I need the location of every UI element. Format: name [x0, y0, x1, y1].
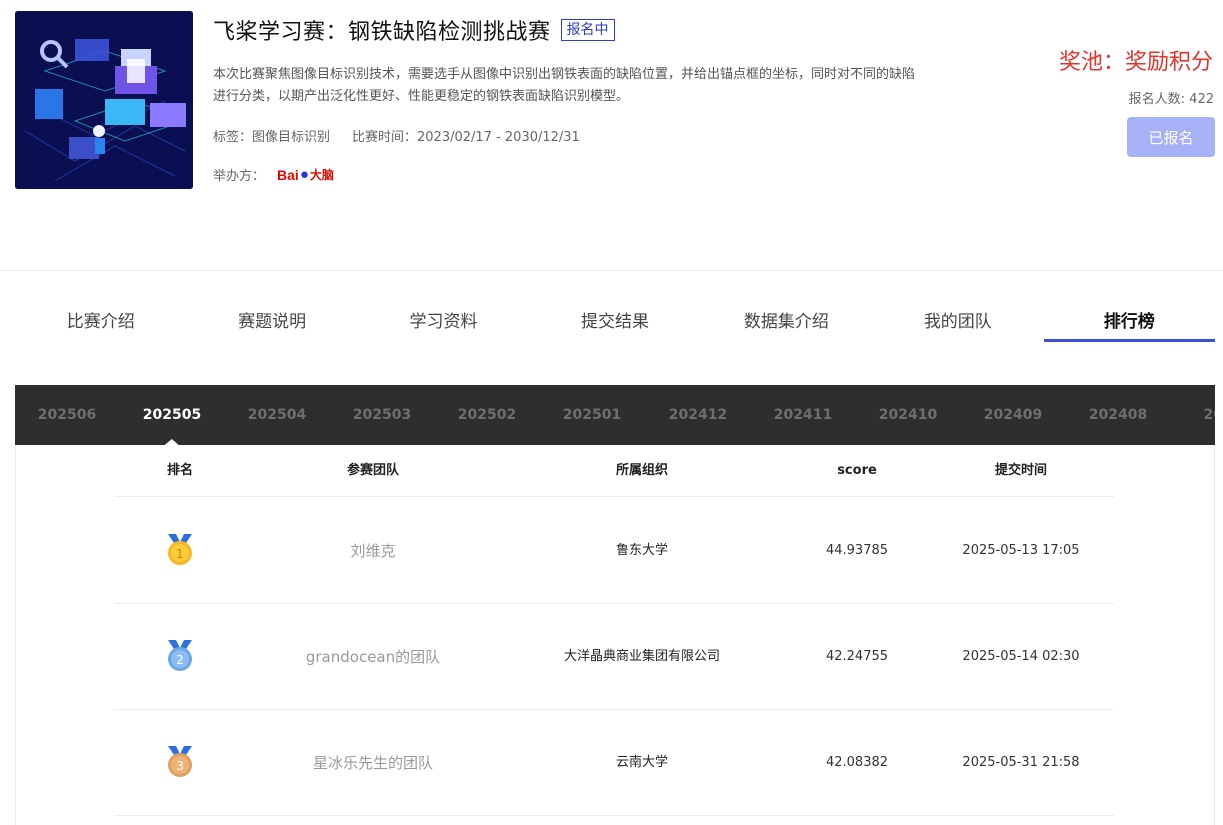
tab-my-team[interactable]: 我的团队 — [872, 300, 1043, 342]
logo-text-bai: Bai — [277, 166, 299, 183]
tab-materials[interactable]: 学习资料 — [358, 300, 529, 342]
month-tab[interactable]: 202506 — [38, 385, 96, 445]
organization: 云南大学 — [615, 755, 669, 770]
team-name[interactable]: grandocean的团队 — [306, 604, 440, 710]
logo-text-dn: 大脑 — [309, 168, 334, 182]
col-rank: 排名 — [166, 463, 194, 478]
month-tab[interactable]: 202504 — [248, 385, 306, 445]
signup-count: 报名人数: 422 — [1128, 92, 1214, 107]
team-name[interactable]: 刘维克 — [350, 498, 395, 604]
competition-thumbnail — [15, 11, 193, 189]
score: 44.93785 — [825, 543, 889, 558]
month-tab[interactable]: 202411 — [774, 385, 832, 445]
month-tab[interactable]: 202501 — [563, 385, 621, 445]
svg-text:1: 1 — [176, 547, 184, 561]
month-tab[interactable]: 202502 — [458, 385, 516, 445]
organizer-label: 举办方： — [213, 169, 266, 184]
score: 42.08382 — [825, 755, 889, 770]
competition-title: 飞桨学习赛：钢铁缺陷检测挑战赛 — [213, 20, 551, 45]
svg-text:2: 2 — [176, 653, 184, 667]
competition-tabs: 比赛介绍 赛题说明 学习资料 提交结果 数据集介绍 我的团队 排行榜 — [15, 300, 1216, 342]
organization: 鲁东大学 — [615, 543, 669, 558]
month-tab[interactable]: 202409 — [984, 385, 1042, 445]
team-name[interactable]: 星冰乐先生的团队 — [313, 710, 433, 816]
tab-dataset[interactable]: 数据集介绍 — [701, 300, 872, 342]
tab-leaderboard[interactable]: 排行榜 — [1043, 300, 1216, 342]
svg-text:3: 3 — [176, 759, 184, 773]
month-selector: 202506 202505 202504 202503 202502 20250… — [15, 385, 1215, 445]
baidu-brain-logo: Bai ● 大脑 — [277, 166, 334, 183]
tab-submit[interactable]: 提交结果 — [529, 300, 700, 342]
header-divider — [0, 270, 1223, 271]
submit-time: 2025-05-14 02:30 — [962, 649, 1080, 664]
prize-pool: 奖池：奖励积分 — [1058, 50, 1213, 75]
month-tab[interactable]: 202503 — [353, 385, 411, 445]
tab-intro[interactable]: 比赛介绍 — [15, 300, 186, 342]
month-tab[interactable]: 202412 — [669, 385, 727, 445]
table-row: 2 grandocean的团队 大洋晶典商业集团有限公司 42.24755 20… — [114, 604, 1114, 710]
score: 42.24755 — [825, 649, 889, 664]
col-team: 参赛团队 — [346, 463, 400, 478]
table-row: 1 刘维克 鲁东大学 44.93785 2025-05-13 17:05 — [114, 498, 1114, 604]
month-tab[interactable]: 202408 — [1089, 385, 1147, 445]
organization: 大洋晶典商业集团有限公司 — [563, 649, 721, 664]
month-tab[interactable]: 202410 — [879, 385, 937, 445]
time-label: 比赛时间：2023/02/17 - 2030/12/31 — [352, 130, 580, 145]
submit-time: 2025-05-13 17:05 — [962, 543, 1080, 558]
month-tab-active[interactable]: 202505 — [143, 385, 201, 445]
signed-up-button[interactable]: 已报名 — [1127, 117, 1215, 157]
gold-medal-icon: 1 — [168, 534, 192, 565]
competition-description: 本次比赛聚焦图像目标识别技术，需要选手从图像中识别出钢铁表面的缺陷位置，并给出锚… — [213, 67, 916, 104]
paw-icon: ● — [299, 166, 309, 183]
silver-medal-icon: 2 — [168, 640, 192, 671]
status-badge: 报名中 — [560, 19, 615, 41]
col-time: 提交时间 — [994, 463, 1048, 478]
month-tab[interactable]: 2024 — [1204, 385, 1215, 445]
submit-time: 2025-05-31 21:58 — [962, 755, 1080, 770]
col-score: score — [837, 463, 877, 478]
table-header: 排名 参赛团队 所属组织 score 提交时间 — [114, 445, 1114, 497]
col-org: 所属组织 — [615, 463, 669, 478]
tags-label: 标签：图像目标识别 — [213, 130, 331, 145]
bronze-medal-icon: 3 — [168, 746, 192, 777]
table-row: 3 星冰乐先生的团队 云南大学 42.08382 2025-05-31 21:5… — [114, 710, 1114, 816]
tab-problem[interactable]: 赛题说明 — [186, 300, 357, 342]
